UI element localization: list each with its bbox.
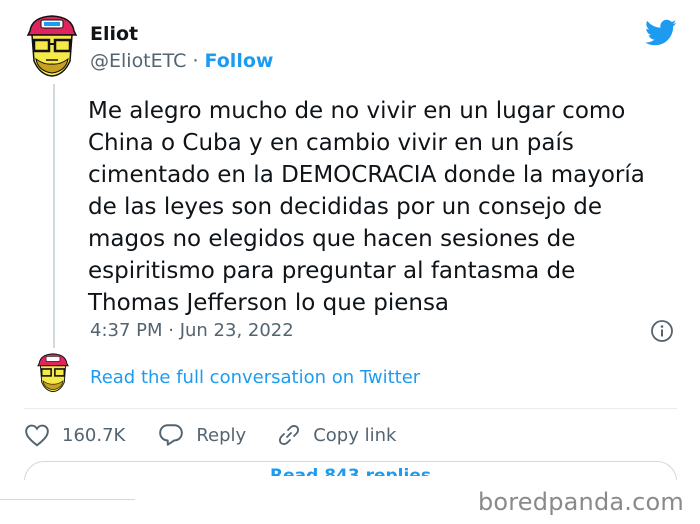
reply-button[interactable]: Reply xyxy=(158,423,246,447)
copy-link-button[interactable]: Copy link xyxy=(277,423,396,447)
tweet-text-line: cimentado en la DEMOCRACIA donde la mayo… xyxy=(88,162,645,188)
boredpanda-watermark: boredpanda.com xyxy=(477,488,684,516)
footer-divider xyxy=(0,499,135,500)
read-full-conversation-link[interactable]: Read the full conversation on Twitter xyxy=(90,366,420,390)
follow-button[interactable]: Follow xyxy=(205,50,274,72)
thread-line xyxy=(53,84,55,348)
author-handle-row: @EliotETC · Follow xyxy=(90,49,273,73)
tweet-text: Me alegro mucho de no vivir en un lugar … xyxy=(88,95,678,319)
tweet-text-line: espiritismo para preguntar al fantasma d… xyxy=(88,258,576,284)
heart-icon xyxy=(24,423,50,447)
tweet-actions: 160.7K Reply Copy link xyxy=(24,422,396,448)
tweet-timestamp[interactable]: 4:37 PM · Jun 23, 2022 xyxy=(90,319,294,343)
author-avatar[interactable] xyxy=(24,13,80,83)
reply-label: Reply xyxy=(196,424,247,446)
tweet-text-line: China o Cuba y en cambio vivir en un paí… xyxy=(88,130,574,156)
author-avatar-small[interactable] xyxy=(33,352,73,396)
tweet-text-line: Thomas Jefferson lo que piensa xyxy=(88,290,450,316)
like-count: 160.7K xyxy=(62,424,126,446)
link-icon xyxy=(277,423,301,447)
author-name[interactable]: Eliot xyxy=(90,22,138,46)
separator-dot: · xyxy=(192,50,199,72)
info-icon[interactable] xyxy=(650,319,674,343)
twitter-bird-icon[interactable] xyxy=(645,19,677,47)
footer-overlay: boredpanda.com xyxy=(0,480,700,524)
tweet-text-line: de las leyes son decididas por un consej… xyxy=(88,194,602,220)
author-handle[interactable]: @EliotETC xyxy=(90,50,186,72)
like-button[interactable]: 160.7K xyxy=(24,423,125,447)
speech-bubble-icon xyxy=(158,423,184,447)
tweet-text-line: Me alegro mucho de no vivir en un lugar … xyxy=(88,98,626,124)
divider xyxy=(24,408,677,409)
copy-link-label: Copy link xyxy=(313,424,397,446)
tweet-text-line: magos no elegidos que hacen sesiones de xyxy=(88,226,576,252)
